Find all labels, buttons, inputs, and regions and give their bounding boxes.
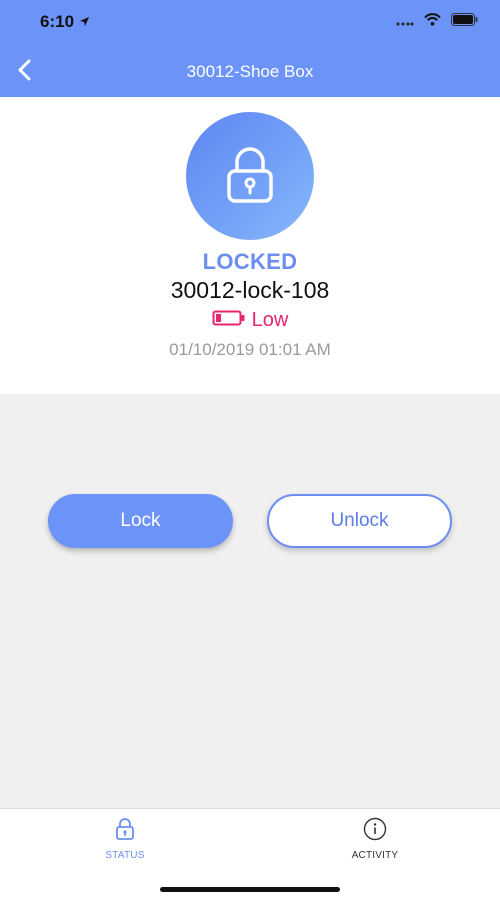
header: 6:10 30012-Shoe Box [0, 0, 500, 97]
actions-panel: Lock Unlock [0, 394, 500, 808]
low-battery-icon [212, 310, 246, 331]
status-time: 6:10 [40, 12, 90, 32]
info-icon [362, 817, 388, 846]
location-arrow-icon [79, 12, 90, 32]
clock-text: 6:10 [40, 12, 75, 31]
unlock-button[interactable]: Unlock [267, 494, 452, 548]
battery-label: Low [251, 309, 289, 331]
tab-bar: STATUS ACTIVITY [0, 808, 500, 900]
status-icons [396, 13, 478, 31]
last-updated-timestamp: 01/10/2019 01:01 AM [169, 340, 331, 359]
battery-status-icon [451, 13, 478, 31]
navigation-bar: 30012-Shoe Box [0, 48, 500, 96]
padlock-icon [220, 143, 280, 210]
tab-activity-label: ACTIVITY [351, 850, 399, 861]
lock-info-panel: LOCKED 30012-lock-108 Low 01/10/2019 01:… [0, 97, 500, 394]
status-bar: 6:10 [0, 0, 500, 44]
tab-status-label: STATUS [105, 850, 145, 861]
cellular-signal-icon [396, 13, 414, 31]
home-indicator [160, 887, 340, 892]
lock-button[interactable]: Lock [48, 494, 233, 548]
lock-icon [115, 817, 135, 846]
tab-status[interactable]: STATUS [65, 817, 185, 861]
lock-state-label: LOCKED [202, 249, 298, 274]
wifi-icon [424, 13, 441, 31]
lock-status-badge [186, 112, 314, 240]
page-title: 30012-Shoe Box [186, 62, 314, 81]
battery-level: Low [0, 309, 500, 332]
lock-name: 30012-lock-108 [170, 277, 330, 303]
tab-activity[interactable]: ACTIVITY [315, 817, 435, 861]
